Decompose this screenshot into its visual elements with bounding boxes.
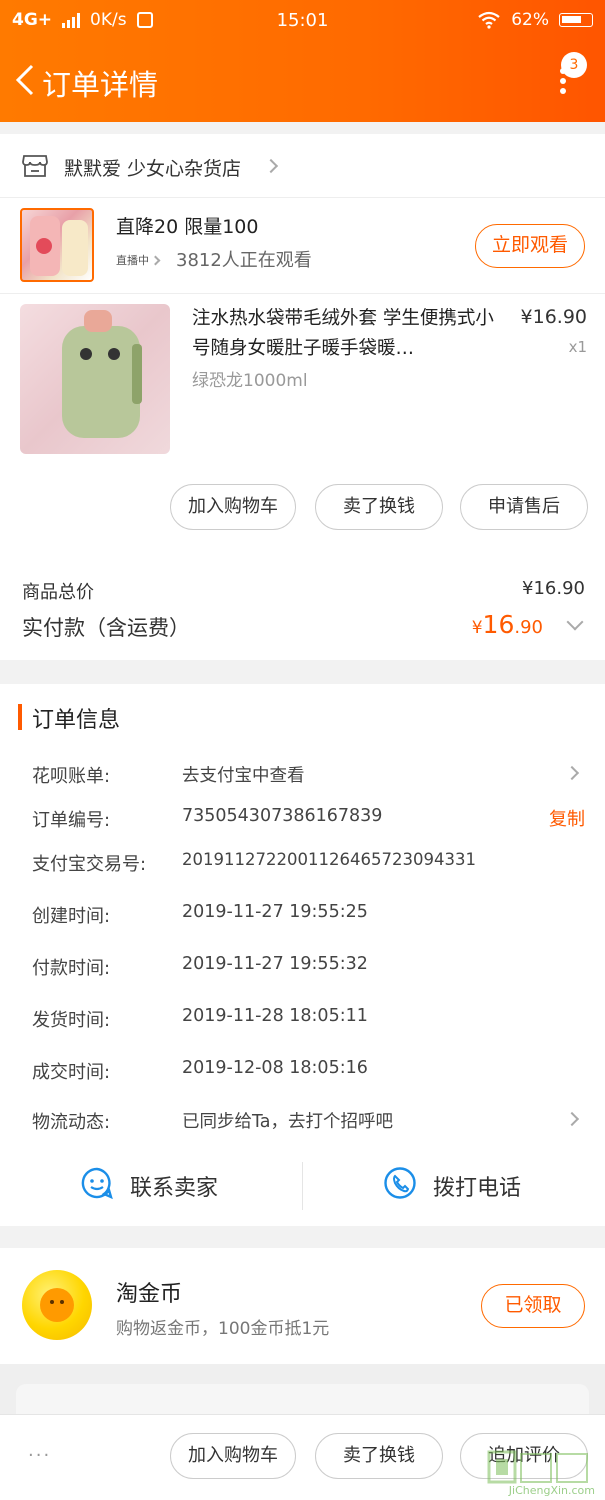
chevron-right-icon[interactable] (564, 1111, 580, 1127)
product-spec: 绿恐龙1000ml (192, 371, 308, 391)
chevron-right-icon (150, 255, 161, 266)
battery-percent: 62% (511, 10, 549, 30)
contact-seller-label: 联系卖家 (130, 1176, 219, 1201)
message-badge: 3 (561, 52, 587, 78)
paid-integer: 16 (482, 610, 515, 639)
more-menu-button[interactable]: 3 (549, 52, 587, 102)
section-title: 订单信息 (32, 708, 121, 733)
status-bar: 4G+ 0K/s 15:01 62% (12, 8, 593, 34)
info-label: 成交时间: (32, 1062, 111, 1083)
info-label: 订单编号: (32, 810, 111, 831)
completed-time: 2019-12-08 18:05:16 (182, 1058, 368, 1078)
shipped-time: 2019-11-28 18:05:11 (182, 1006, 368, 1026)
chevron-right-icon (263, 158, 279, 174)
huabei-link[interactable]: 去支付宝中查看 (182, 762, 305, 787)
battery-icon (559, 13, 593, 27)
header: 4G+ 0K/s 15:01 62% 订单详情 3 (0, 0, 605, 122)
back-arrow-icon[interactable] (12, 64, 40, 96)
phone-icon (384, 1167, 416, 1199)
live-promo-row[interactable]: 直降20 限量100 直播中 3812人正在观看 立即观看 (0, 198, 605, 294)
goods-total-label: 商品总价 (22, 582, 94, 603)
info-label: 创建时间: (32, 906, 111, 927)
created-time: 2019-11-27 19:55:25 (182, 902, 368, 922)
info-label: 发货时间: (32, 1010, 111, 1031)
chevron-right-icon[interactable] (564, 765, 580, 781)
page-title: 订单详情 (42, 68, 159, 102)
product-image (20, 304, 170, 454)
chevron-down-icon[interactable] (566, 613, 584, 631)
resell-button[interactable]: 卖了换钱 (315, 484, 443, 530)
wifi-icon (478, 11, 500, 29)
watermark-text: JiChengXin.com (508, 1484, 595, 1497)
after-sales-button[interactable]: 申请售后 (460, 484, 588, 530)
paid-currency: ¥ (471, 618, 483, 638)
call-phone-label: 拨打电话 (433, 1176, 522, 1201)
paid-amount-label: 实付款（含运费） (22, 616, 190, 640)
live-status: 直播中 (116, 254, 149, 267)
product-title: 注水热水袋带毛绒外套 学生便携式小号随身女暖肚子暖手袋暖… (192, 308, 494, 359)
shop-icon (22, 155, 48, 177)
order-number: 735054307386167839 (182, 806, 383, 826)
paid-decimal: .90 (514, 617, 543, 638)
contact-seller-button[interactable]: 联系卖家 (0, 1146, 302, 1226)
product-price: ¥16.90 (520, 306, 587, 328)
order-info-card: 订单信息 花呗账单: 去支付宝中查看 订单编号: 735054307386167… (0, 684, 605, 1226)
taojinbi-card: 淘金币 购物返金币，100金币抵1元 已领取 (0, 1248, 605, 1364)
call-phone-button[interactable]: 拨打电话 (303, 1146, 605, 1226)
order-card: 默默爱 少女心杂货店 直降20 限量100 直播中 3812人正在观看 立即观看… (0, 134, 605, 660)
coin-title: 淘金币 (116, 1282, 183, 1307)
claimed-button[interactable]: 已领取 (481, 1284, 585, 1328)
recommendation-preview (0, 1364, 605, 1414)
add-to-cart-button[interactable]: 加入购物车 (170, 484, 296, 530)
info-label: 花呗账单: (32, 766, 111, 787)
shop-name: 默默爱 少女心杂货店 (64, 158, 242, 180)
bottom-add-to-cart-button[interactable]: 加入购物车 (170, 1433, 296, 1479)
chat-bubble-icon (81, 1167, 113, 1200)
live-thumbnail (20, 208, 94, 282)
product-item[interactable]: 注水热水袋带毛绒外套 学生便携式小号随身女暖肚子暖手袋暖… ¥16.90 x1 … (0, 294, 605, 464)
shop-row[interactable]: 默默爱 少女心杂货店 (0, 134, 605, 198)
nav-bar: 订单详情 3 (0, 52, 605, 108)
section-accent (18, 704, 22, 730)
bottom-resell-button[interactable]: 卖了换钱 (315, 1433, 443, 1479)
logistics-link[interactable]: 已同步给Ta，去打个招呼吧 (182, 1108, 393, 1133)
coin-description: 购物返金币，100金币抵1元 (116, 1319, 330, 1339)
goods-total-value: ¥16.90 (522, 578, 585, 599)
more-dots-icon[interactable]: ··· (28, 1445, 51, 1466)
alipay-trade-number: 2019112722001126465723094331 (182, 850, 476, 869)
live-viewers: 3812人正在观看 (176, 250, 312, 271)
live-title: 直降20 限量100 (116, 216, 259, 238)
info-label: 物流动态: (32, 1112, 111, 1133)
paid-amount-value: ¥16.90 (472, 610, 543, 639)
info-label: 付款时间: (32, 958, 111, 979)
contact-actions: 联系卖家 拨打电话 (0, 1146, 605, 1226)
info-label: 支付宝交易号: (32, 854, 147, 875)
paid-time: 2019-11-27 19:55:32 (182, 954, 368, 974)
watch-live-button[interactable]: 立即观看 (475, 224, 585, 268)
gold-coin-icon (22, 1270, 92, 1340)
product-quantity: x1 (568, 338, 587, 356)
copy-button[interactable]: 复制 (549, 805, 585, 831)
